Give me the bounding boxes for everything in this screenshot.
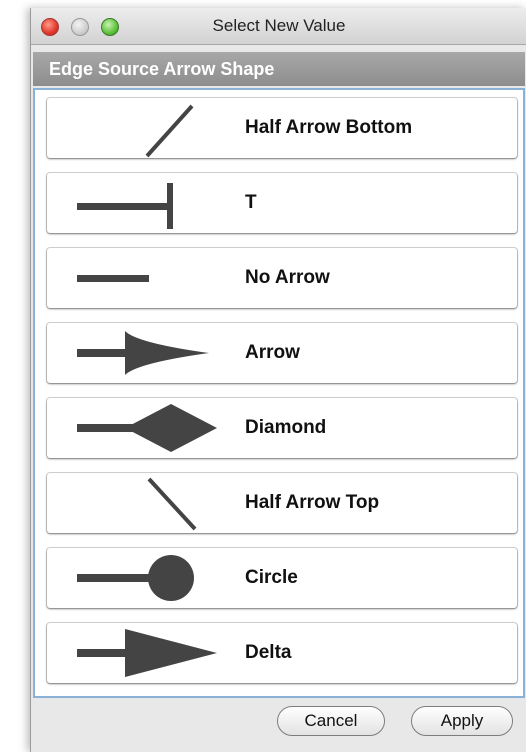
half-arrow-top-icon: [147, 477, 197, 531]
apply-button[interactable]: Apply: [411, 706, 513, 736]
list-item-label: No Arrow: [245, 267, 330, 288]
t-arrow-icon: [77, 183, 173, 229]
dialog-window: Select New Value Edge Source Arrow Shape…: [30, 8, 526, 752]
list-item-label: Half Arrow Top: [245, 492, 380, 513]
list-item-label: Circle: [245, 567, 298, 588]
title-bar[interactable]: Select New Value: [31, 8, 526, 45]
window-title: Select New Value: [212, 16, 346, 35]
delta-icon: [77, 629, 217, 677]
list-item-no-arrow[interactable]: No Arrow: [47, 248, 517, 308]
list-item-label: T: [245, 192, 257, 213]
arrow-shape-list[interactable]: Half Arrow Bottom T No Arrow Arrow Diamo…: [33, 88, 525, 698]
list-item-diamond[interactable]: Diamond: [47, 398, 517, 458]
diamond-icon: [77, 404, 217, 452]
list-item-label: Half Arrow Bottom: [245, 117, 413, 138]
arrow-icon: [77, 331, 209, 375]
half-arrow-bottom-icon: [145, 104, 194, 158]
list-item-label: Delta: [245, 642, 292, 663]
list-item-delta[interactable]: Delta: [47, 623, 517, 683]
list-item-circle[interactable]: Circle: [47, 548, 517, 608]
cancel-button[interactable]: Cancel: [277, 706, 385, 736]
button-bar: Cancel Apply: [31, 702, 526, 752]
no-arrow-icon: [77, 275, 149, 282]
list-item-label: Arrow: [245, 342, 300, 363]
list-item-t[interactable]: T: [47, 173, 517, 233]
circle-icon: [77, 555, 194, 601]
panel-header: Edge Source Arrow Shape: [33, 52, 525, 86]
list-item-arrow[interactable]: Arrow: [47, 323, 517, 383]
list-item-half-arrow-bottom[interactable]: Half Arrow Bottom: [47, 98, 517, 158]
list-item-label: Diamond: [245, 417, 327, 438]
list-item-half-arrow-top[interactable]: Half Arrow Top: [47, 473, 517, 533]
